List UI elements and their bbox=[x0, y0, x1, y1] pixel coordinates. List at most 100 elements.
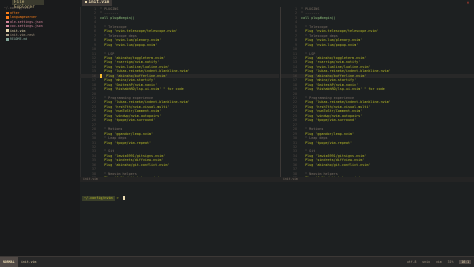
explorer-path: ~/.config/nvim bbox=[4, 6, 31, 10]
terminal-arrow: > bbox=[116, 196, 119, 200]
code-text: Plug 'akinsho/bufferline.nvim' bbox=[301, 73, 367, 78]
code-text: Plug 'windwp/nvim-autopairs' bbox=[301, 113, 363, 118]
code-text: Plug 'akinsho/toggleterm.nvim' bbox=[301, 55, 367, 60]
code-text: Plug 'tpope/vim-repeat' bbox=[301, 140, 353, 145]
code-text: " LSP bbox=[301, 51, 316, 56]
close-icon[interactable]: × bbox=[466, 0, 470, 6]
code-text: Plug 'nvim-telescope/telescope.nvim' bbox=[301, 29, 379, 34]
code-text: " Leap deps bbox=[100, 136, 127, 141]
code-text: Plug 'akinsho/toggleterm.nvim' bbox=[100, 55, 166, 60]
code-text: " Telescope deps bbox=[301, 33, 338, 38]
code-text: Plug 'nvim-lua/plenary.nvim' bbox=[301, 38, 363, 43]
code-text: Plug 'hrsh7th/nvim-visual-multi' bbox=[100, 104, 170, 109]
code-text: " ------- bbox=[301, 11, 320, 16]
file-explorer: File Explorer ~/.config/nvim after langua… bbox=[0, 0, 81, 256]
code-text: Plug 'ggandor/leap.nvim' bbox=[301, 131, 355, 136]
code-text: Plug 'rcarriga/nvim-notify' bbox=[301, 60, 361, 65]
code-text: Plug 'nvim-lualine/lualine.nvim' bbox=[100, 64, 170, 69]
tree-item[interactable]: README.md bbox=[6, 37, 27, 41]
code-text: " Neovim helpers bbox=[301, 171, 338, 176]
file-icon bbox=[6, 11, 9, 15]
code-text: Plug 'nvim-lua/plenary.nvim' bbox=[100, 38, 162, 43]
code-text: Plug 'hrsh7th/nvim-visual-multi' bbox=[301, 104, 371, 109]
tab-label: init.vim bbox=[88, 0, 110, 5]
code-text: Plug 'windwp/nvim-autopairs' bbox=[100, 113, 162, 118]
file-icon bbox=[6, 29, 9, 32]
code-text: " Git bbox=[100, 149, 115, 154]
status-percent: 31% bbox=[447, 260, 454, 264]
file-icon bbox=[85, 0, 87, 3]
code-text: Plug 'sindrets/diffview.nvim' bbox=[301, 158, 365, 163]
code-text: " Leap deps bbox=[301, 136, 328, 141]
code-text: Plug 'tpope/vim-repeat' bbox=[100, 140, 152, 145]
code-text: Plug 'SmiteshP/nvim-navic' bbox=[301, 82, 359, 87]
code-text: Plug 'nvim-lua/popup.nvim' bbox=[100, 42, 158, 47]
code-text: call plug#begin() bbox=[301, 15, 336, 20]
code-text: " PLUGINS bbox=[100, 7, 119, 11]
code-text: " Telescope bbox=[301, 24, 328, 29]
file-icon bbox=[6, 20, 9, 24]
code-text: " Programming experience bbox=[301, 96, 355, 100]
file-icon bbox=[6, 33, 9, 37]
code-text: Plug 'tpope/vim-surround' bbox=[301, 118, 357, 123]
tree-item-label: ale-settings.json bbox=[10, 19, 43, 24]
code-text: Plug 'tpope/vim-surround' bbox=[100, 118, 156, 123]
code-text: " Motions bbox=[100, 127, 123, 132]
terminal-area[interactable]: ~/.config/nvim > bbox=[80, 182, 474, 256]
code-text: Plug 'mhinz/vim-startify' bbox=[301, 78, 357, 83]
status-filetype: vim bbox=[435, 260, 442, 264]
code-text: Plug 'lukas-reineke/indent-blankline.nvi… bbox=[100, 69, 190, 74]
explorer-title: File Explorer bbox=[12, 0, 44, 10]
code-text: " LSP bbox=[100, 51, 115, 56]
code-text: Plug 'numToStr/Comment.nvim' bbox=[100, 109, 162, 114]
code-text: " PLUGINS bbox=[301, 7, 320, 11]
code-text: Plug 'nvim-lua/popup.nvim' bbox=[301, 42, 359, 47]
terminal-prompt-line: ~/.config/nvim > bbox=[82, 196, 126, 201]
tree-item-label: README.md bbox=[10, 37, 28, 42]
code-text: Plug 'lukas-reineke/indent-blankline.nvi… bbox=[301, 100, 391, 105]
status-position: 16:1 bbox=[459, 260, 471, 264]
terminal-prompt: ~/.config/nvim bbox=[82, 196, 115, 201]
code-text: Plug 'ggandor/leap.nvim' bbox=[100, 131, 154, 136]
tree-item-label: coc-settings.json bbox=[10, 24, 43, 29]
code-text: Plug 'rcarriga/nvim-notify' bbox=[100, 60, 160, 65]
code-text: Plug 'lewis6991/gitsigns.nvim' bbox=[301, 153, 367, 158]
code-text: " Telescope deps bbox=[100, 33, 137, 38]
code-text: Plug 'lukas-reineke/indent-blankline.nvi… bbox=[301, 69, 391, 74]
code-text: Plug 'RishabhRD/lsp-ui.nvim' " for code bbox=[301, 87, 385, 92]
code-text: call plug#begin() bbox=[100, 15, 135, 20]
code-text: " Motions bbox=[301, 127, 324, 132]
editor-pane-left[interactable]: 1 " PLUGINS 2 " ------- 3 call plug#begin() 4 5… bbox=[80, 7, 279, 177]
file-icon bbox=[6, 24, 9, 28]
code-text: Plug 'sindrets/diffview.nvim' bbox=[100, 158, 164, 163]
code-text: " Telescope bbox=[100, 24, 127, 29]
code-text: Plug 'akinsho/git-conflict.nvim' bbox=[301, 162, 371, 167]
tab-bar: init.vim × bbox=[80, 0, 474, 7]
terminal-cursor bbox=[122, 196, 126, 200]
file-icon bbox=[6, 38, 9, 41]
status-encoding: utf-8 bbox=[406, 260, 417, 264]
code-text: Plug 'lewis6991/gitsigns.nvim' bbox=[100, 153, 166, 158]
tree-item-label: init.vim bbox=[10, 28, 26, 33]
code-text: " ------- bbox=[100, 11, 119, 16]
code-text: Plug 'SmiteshP/nvim-navic' bbox=[100, 82, 158, 87]
file-icon bbox=[6, 16, 9, 19]
code-text: Plug 'nvim-telescope/telescope.nvim' bbox=[100, 29, 178, 34]
code-text: Plug 'nvim-lualine/lualine.nvim' bbox=[301, 64, 371, 69]
code-text: Plug 'lukas-reineke/indent-blankline.nvi… bbox=[100, 100, 190, 105]
code-text: " Programming experience bbox=[100, 96, 154, 100]
code-text: Plug 'akinsho/git-conflict.nvim' bbox=[100, 162, 170, 167]
tree-item-label: after bbox=[10, 11, 20, 15]
code-text: " Neovim helpers bbox=[100, 171, 137, 176]
tree-item-label: languageserver bbox=[10, 15, 37, 20]
status-format: unix bbox=[422, 260, 431, 264]
tree-item-label: init.vim.rest bbox=[10, 33, 35, 37]
code-text: " Git bbox=[301, 149, 316, 154]
code-text: Plug 'numToStr/Comment.nvim' bbox=[301, 109, 363, 114]
tab-init-vim[interactable]: init.vim bbox=[82, 0, 113, 6]
code-text: Plug 'akinsho/bufferline.nvim' bbox=[102, 73, 168, 78]
editor-pane-right[interactable]: 1 " PLUGINS 2 " ------- 3 call plug#begin() 4 5… bbox=[280, 7, 474, 177]
code-text: Plug 'mhinz/vim-startify' bbox=[100, 78, 156, 83]
code-text: Plug 'RishabhRD/lsp-ui.nvim' " for code bbox=[100, 87, 184, 92]
status-bar: NORMAL init.vim utf-8 unix vim 31% 16:1 bbox=[0, 256, 474, 267]
